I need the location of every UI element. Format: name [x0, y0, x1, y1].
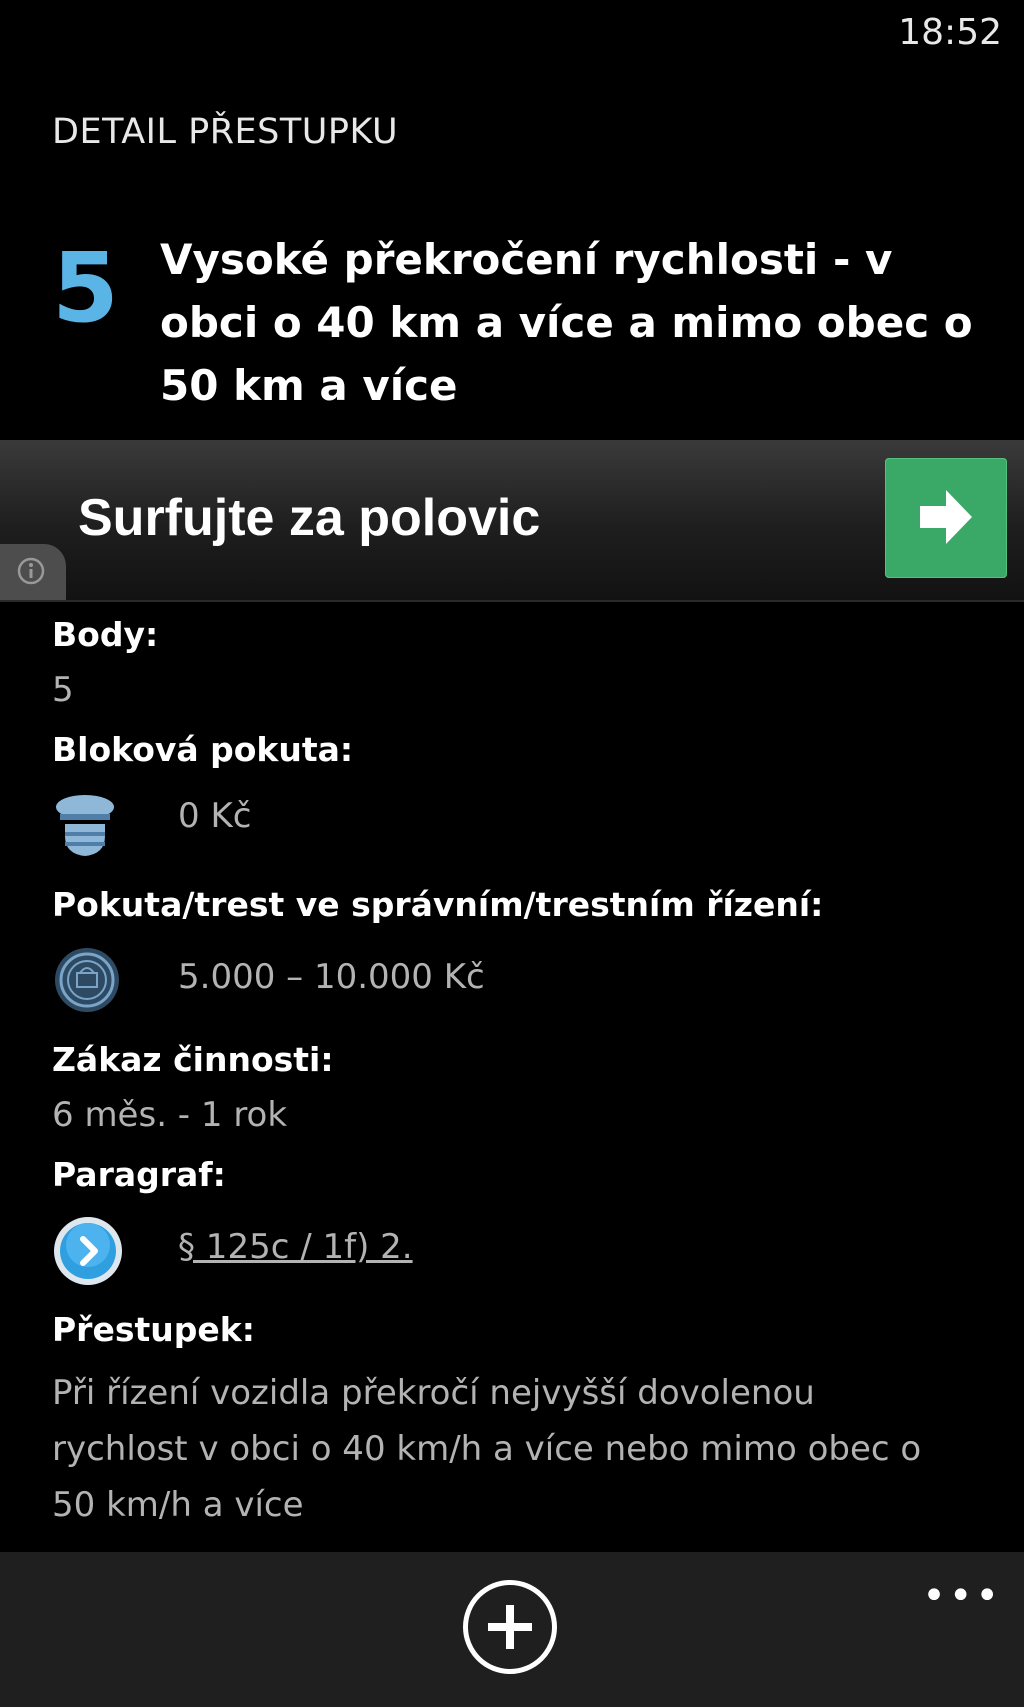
- page-title: DETAIL PŘESTUPKU: [52, 112, 399, 152]
- add-button[interactable]: [463, 1580, 557, 1674]
- status-time: 18:52: [898, 12, 1002, 53]
- block-fine-value: 0 Kč: [178, 796, 252, 836]
- points-value: 5: [52, 670, 74, 710]
- offense-title: Vysoké překročení rychlosti - v obci o 4…: [160, 235, 973, 410]
- block-fine-row: 0 Kč: [52, 790, 952, 862]
- ad-arrow-button[interactable]: [885, 458, 1007, 578]
- ad-text[interactable]: Surfujte za polovic: [78, 488, 540, 548]
- paragraph-label: Paragraf:: [52, 1155, 226, 1194]
- admin-fine-row: 5.000 – 10.000 Kč: [52, 945, 952, 1015]
- offense-label: Přestupek:: [52, 1310, 255, 1349]
- court-seal-icon: [55, 948, 119, 1012]
- block-fine-label: Bloková pokuta:: [52, 730, 354, 769]
- admin-fine-value: 5.000 – 10.000 Kč: [178, 957, 485, 997]
- app-bar: •••: [0, 1552, 1024, 1707]
- ad-info-button[interactable]: [0, 544, 66, 600]
- paragraph-row[interactable]: § 125c / 1f) 2.: [52, 1215, 952, 1285]
- plus-icon: [488, 1605, 532, 1649]
- points-label: Body:: [52, 615, 159, 654]
- police-officer-icon: [56, 795, 114, 856]
- ad-banner[interactable]: Surfujte za polovic: [0, 440, 1024, 602]
- ban-value: 6 měs. - 1 rok: [52, 1095, 288, 1135]
- ban-label: Zákaz činnosti:: [52, 1040, 334, 1079]
- offense-description: Při řízení vozidla překročí nejvyšší dov…: [52, 1373, 922, 1525]
- paragraph-link[interactable]: § 125c / 1f) 2.: [178, 1227, 413, 1267]
- more-menu-button[interactable]: •••: [922, 1576, 1002, 1616]
- chevron-right-circle-icon[interactable]: [52, 1215, 124, 1287]
- points-number: 5: [52, 232, 119, 344]
- arrow-right-icon: [920, 490, 972, 544]
- admin-fine-label: Pokuta/trest ve správním/trestním řízení…: [52, 885, 824, 924]
- info-icon: [17, 557, 45, 585]
